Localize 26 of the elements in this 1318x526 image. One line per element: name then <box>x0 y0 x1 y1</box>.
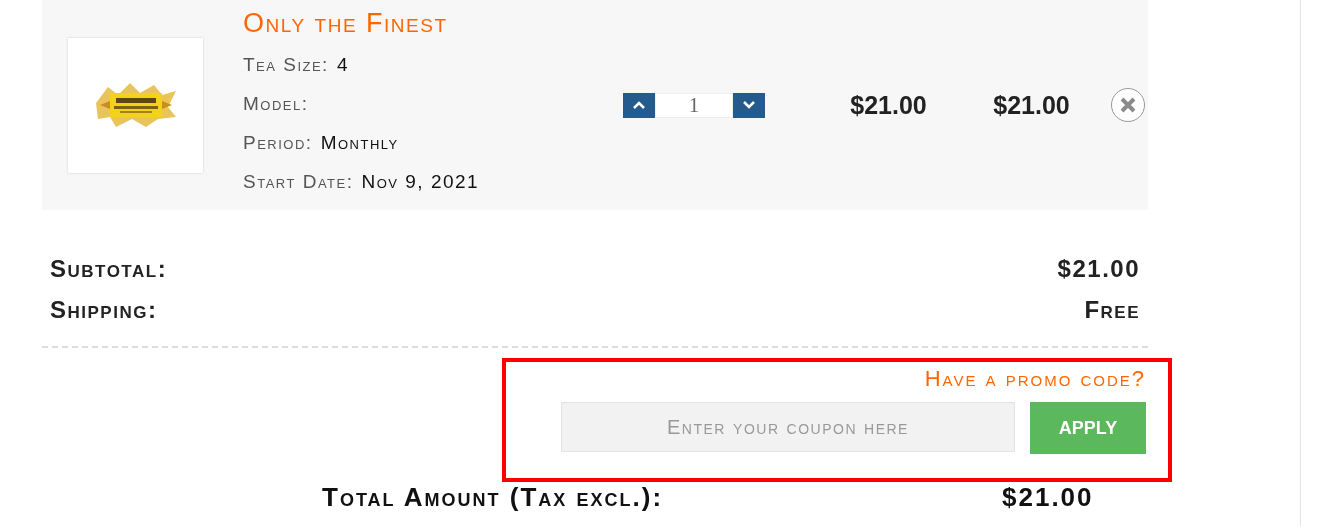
increase-button[interactable] <box>623 92 655 118</box>
chevron-up-icon <box>633 101 645 109</box>
decrease-button[interactable] <box>733 92 765 118</box>
attribute-label: Model: <box>243 92 309 116</box>
line-total: $21.00 <box>992 90 1071 120</box>
attribute-label: Tea Size: <box>243 53 329 77</box>
attribute-value: Nov 9, 2021 <box>361 170 480 194</box>
coupon-field[interactable]: Enter your coupon here <box>561 402 1015 452</box>
product-title[interactable]: Only the Finest <box>243 8 583 39</box>
total-label: Total Amount (Tax excl.): <box>322 482 665 512</box>
summary-label: Subtotal: <box>50 254 168 283</box>
remove-button[interactable] <box>1111 88 1145 122</box>
attribute-label: Start Date: <box>243 170 354 194</box>
apply-button[interactable]: APPLY <box>1030 402 1146 454</box>
total-value: $21.00 <box>1002 482 1094 512</box>
unit-price: $21.00 <box>849 90 928 120</box>
promo-heading: Have a promo code? <box>924 366 1146 392</box>
summary-value: $21.00 <box>1057 254 1140 283</box>
attribute-value: Monthly <box>320 131 399 155</box>
summary-value: Free <box>1084 295 1140 324</box>
attribute-value: 4 <box>336 53 349 77</box>
chevron-down-icon <box>743 101 755 109</box>
close-icon <box>1120 97 1136 113</box>
attribute-label: Period: <box>243 131 313 155</box>
quantity-field[interactable]: 1 <box>655 92 733 118</box>
summary-label: Shipping: <box>50 295 158 324</box>
